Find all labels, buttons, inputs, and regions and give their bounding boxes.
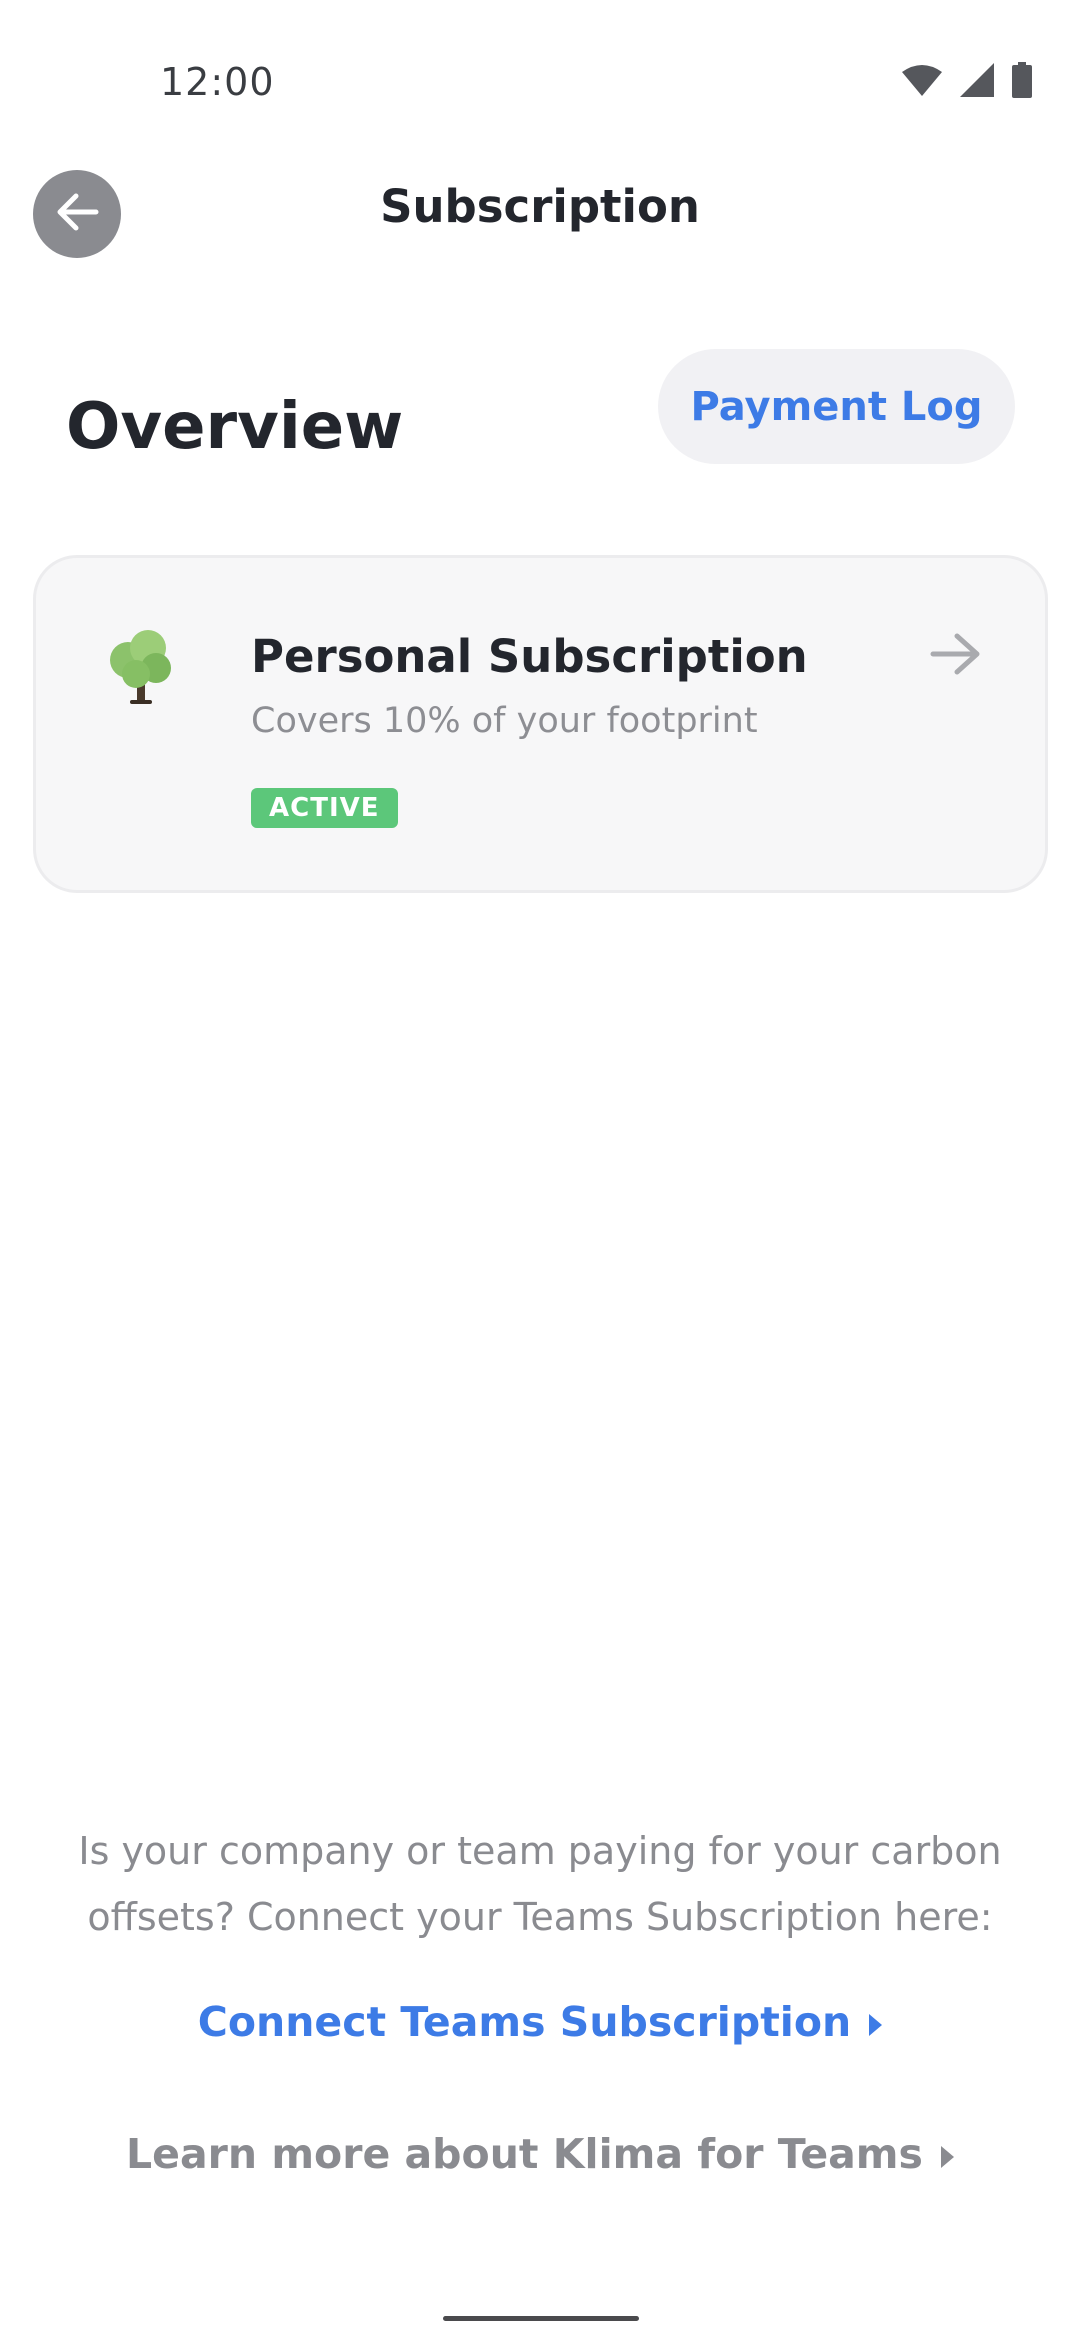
caret-right-icon (940, 2146, 954, 2168)
teams-info-text: Is your company or team paying for your … (78, 1829, 1002, 1939)
status-time: 12:00 (160, 60, 275, 104)
tree-icon (106, 628, 178, 708)
subscription-title: Personal Subscription (251, 630, 808, 683)
wifi-icon (902, 64, 942, 96)
battery-icon (1012, 62, 1032, 98)
personal-subscription-card[interactable]: Personal Subscription Covers 10% of your… (33, 555, 1048, 893)
status-badge: ACTIVE (251, 788, 398, 828)
connect-teams-label: Connect Teams Subscription (197, 1998, 852, 2046)
subscription-screen: 12:00 Subscription Overview Payment Log (0, 0, 1080, 2340)
page-title: Subscription (380, 180, 700, 233)
payment-log-button[interactable]: Payment Log (658, 349, 1015, 464)
signal-icon (960, 63, 994, 97)
arrow-right-icon (929, 630, 983, 678)
overview-heading: Overview (66, 390, 404, 464)
status-icons (902, 62, 1032, 98)
caret-right-icon (869, 2014, 883, 2036)
learn-more-label: Learn more about Klima for Teams (126, 2130, 923, 2178)
learn-more-klima-teams-link[interactable]: Learn more about Klima for Teams (0, 2130, 1080, 2178)
home-indicator[interactable] (443, 2316, 639, 2321)
subscription-description: Covers 10% of your footprint (251, 701, 758, 741)
connect-teams-subscription-link[interactable]: Connect Teams Subscription (0, 1998, 1080, 2046)
status-bar: 12:00 (0, 0, 1080, 150)
